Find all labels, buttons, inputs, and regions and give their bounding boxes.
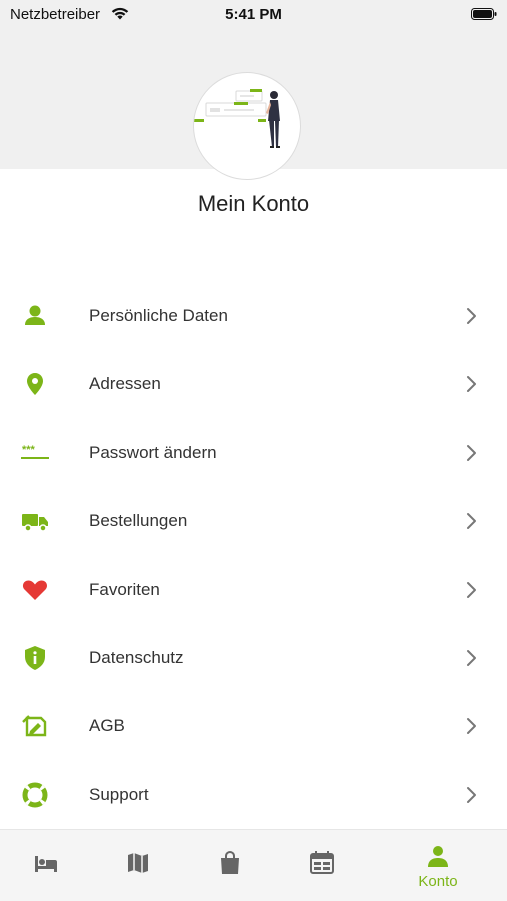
chevron-right-icon (464, 648, 478, 668)
account-icon (428, 846, 448, 867)
menu-item-adressen[interactable]: Adressen (0, 350, 507, 418)
chevron-right-icon (464, 374, 478, 394)
status-time: 5:41 PM (225, 6, 282, 23)
menu-item-label: Persönliche Daten (89, 306, 228, 325)
tab-karte[interactable] (92, 830, 184, 901)
chevron-right-icon (464, 511, 478, 531)
menu-item-label: Adressen (89, 374, 161, 394)
menu-item-label: Datenschutz (89, 647, 184, 667)
shopping-bag-icon (221, 850, 239, 874)
menu-item-label: Passwort ändern (89, 442, 217, 462)
document-icon (21, 712, 49, 740)
map-icon (128, 853, 148, 873)
tab-kalender[interactable] (276, 830, 368, 901)
menu-item-label: Bestellungen (89, 511, 188, 531)
account-menu: Persönliche Daten Adressen *** Passwort … (0, 282, 507, 829)
chevron-right-icon (464, 785, 478, 805)
password-icon: *** (21, 439, 49, 467)
tab-konto[interactable]: Konto (392, 830, 484, 901)
chevron-right-icon (464, 716, 478, 736)
tab-unterkunft[interactable] (0, 830, 92, 901)
menu-item-support[interactable]: Support (0, 761, 507, 829)
tab-shop[interactable] (184, 830, 276, 901)
heart-icon (21, 576, 49, 604)
menu-item-persoenliche-daten[interactable]: Persönliche Daten (0, 282, 507, 350)
menu-item-passwort-aendern[interactable]: *** Passwort ändern (0, 419, 507, 487)
person-icon (21, 302, 49, 330)
page-title: Mein Konto (197, 191, 310, 216)
truck-icon (21, 507, 49, 535)
chevron-right-icon (464, 443, 478, 463)
lifebuoy-icon (21, 781, 49, 809)
calendar-icon (310, 851, 334, 874)
menu-item-label: AGB (89, 716, 125, 736)
bed-icon (35, 856, 57, 872)
menu-item-datenschutz[interactable]: Datenschutz (0, 624, 507, 692)
tab-bar: Konto (0, 829, 507, 901)
menu-item-favoriten[interactable]: Favoriten (0, 556, 507, 624)
tab-label: Konto (418, 873, 458, 890)
svg-text:***: *** (22, 444, 36, 456)
menu-item-label: Favoriten (89, 579, 160, 599)
battery-icon (471, 7, 497, 20)
location-pin-icon (21, 370, 49, 398)
menu-item-agb[interactable]: AGB (0, 692, 507, 760)
chevron-right-icon (464, 580, 478, 600)
menu-item-bestellungen[interactable]: Bestellungen (0, 487, 507, 555)
shield-info-icon (21, 644, 49, 672)
menu-item-label: Support (89, 784, 149, 804)
chevron-right-icon (464, 306, 478, 326)
profile-illustration (193, 72, 301, 180)
status-bar: Netzbetreiber 5:41 PM (0, 0, 507, 30)
